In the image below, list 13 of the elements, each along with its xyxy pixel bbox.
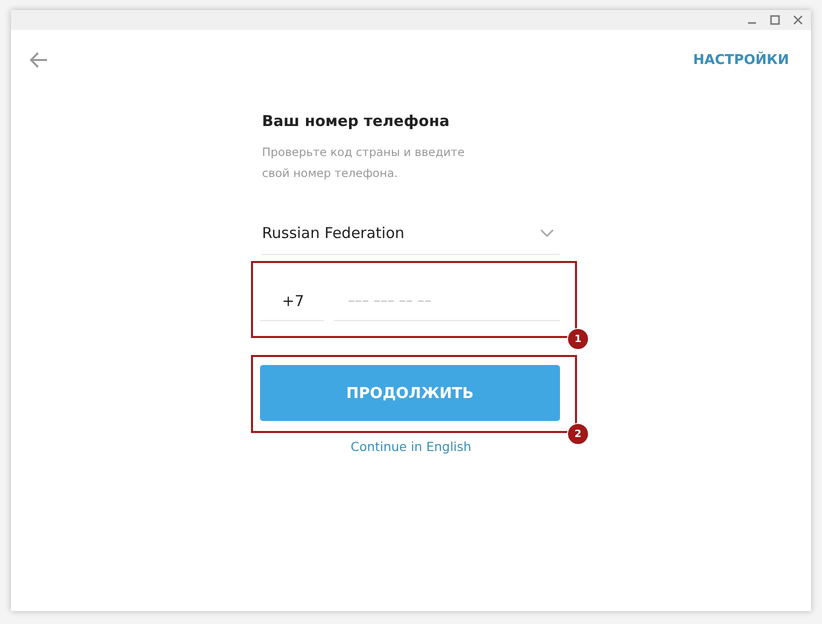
annotation-badge: 1 (567, 328, 589, 350)
annotation-badge: 2 (567, 423, 589, 445)
country-select[interactable]: Russian Federation (262, 224, 560, 255)
continue-in-english-link[interactable]: Continue in English (350, 439, 472, 454)
chevron-down-icon (540, 229, 554, 237)
close-icon[interactable] (793, 15, 803, 25)
settings-link[interactable]: НАСТРОЙКИ (693, 52, 789, 68)
form-subtitle: Проверьте код страны и введите свой номер телефона. (262, 144, 466, 182)
form-title: Ваш номер телефона (262, 112, 450, 130)
back-arrow-icon[interactable] (30, 52, 48, 68)
maximize-icon[interactable] (770, 15, 780, 25)
continue-button[interactable]: ПРОДОЛЖИТЬ (260, 365, 560, 421)
country-code-field[interactable]: +7 (260, 288, 324, 321)
